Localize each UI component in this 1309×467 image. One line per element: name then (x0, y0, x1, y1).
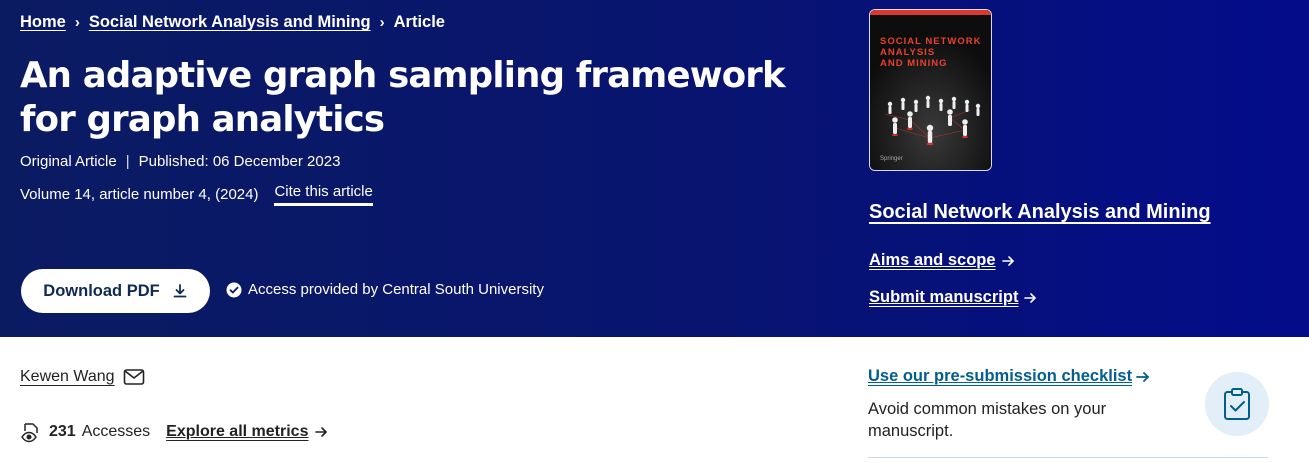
article-type: Original Article (20, 153, 117, 170)
arrow-right-icon (315, 427, 328, 437)
chevron-right-icon: › (379, 14, 385, 31)
sidebar-divider (868, 457, 1268, 458)
cover-title-line: ANALYSIS (880, 47, 936, 58)
author-line: Kewen Wang (20, 368, 145, 386)
aims-and-scope-link[interactable]: Aims and scope (869, 251, 1015, 270)
download-pdf-button[interactable]: Download PDF (21, 269, 210, 313)
accesses-label: Accesses (81, 423, 151, 440)
article-citation-info: Volume 14, article number 4, (2024) Cite… (20, 183, 373, 206)
article-metrics: 231 Accesses Explore all metrics (20, 421, 328, 443)
pre-submission-checklist-link[interactable]: Use our pre-submission checklist (868, 367, 1151, 386)
arrow-right-icon (1024, 292, 1037, 303)
checklist-description: Avoid common mistakes on your manuscript… (868, 400, 1107, 440)
cover-title-line: SOCIAL NETWORK (880, 36, 982, 47)
breadcrumb-journal-link[interactable]: Social Network Analysis and Mining (89, 13, 371, 32)
cover-publisher: Springer (880, 156, 903, 162)
submit-manuscript-link[interactable]: Submit manuscript (869, 288, 1037, 307)
submit-manuscript-label: Submit manuscript (869, 288, 1019, 306)
email-icon[interactable] (123, 368, 145, 386)
published-date: Published: 06 December 2023 (138, 153, 341, 170)
article-header: Home › Social Network Analysis and Minin… (0, 0, 1309, 337)
cover-artwork (870, 10, 991, 170)
check-circle-icon (226, 282, 242, 297)
accesses-count: 231 (49, 423, 76, 440)
arrow-right-icon (1136, 371, 1149, 382)
article-meta: Original Article | Published: 06 Decembe… (20, 153, 340, 170)
journal-name-link[interactable]: Social Network Analysis and Mining (869, 201, 1211, 224)
breadcrumb: Home › Social Network Analysis and Minin… (20, 13, 445, 32)
arrow-right-icon (1001, 255, 1014, 266)
download-icon (173, 284, 187, 298)
breadcrumb-home-link[interactable]: Home (20, 13, 66, 32)
journal-cover-image[interactable]: SOCIAL NETWORK ANALYSIS AND MINING Sprin… (869, 9, 992, 171)
aims-and-scope-label: Aims and scope (869, 251, 996, 269)
breadcrumb-current: Article (393, 13, 445, 31)
meta-divider: | (125, 153, 130, 170)
accesses-icon (21, 423, 38, 443)
checklist-link-label: Use our pre-submission checklist (868, 367, 1133, 385)
cover-title-line: AND MINING (880, 58, 948, 69)
explore-all-metrics-label: Explore all metrics (166, 423, 309, 440)
explore-all-metrics-link[interactable]: Explore all metrics (166, 423, 328, 441)
access-notice: Access provided by Central South Univers… (226, 281, 544, 298)
cover-title: SOCIAL NETWORK ANALYSIS AND MINING (880, 36, 981, 69)
clipboard-check-icon (1205, 372, 1269, 436)
article-title: An adaptive graph sampling framework for… (20, 55, 786, 140)
cite-this-article-link[interactable]: Cite this article (274, 183, 373, 206)
chevron-right-icon: › (74, 14, 80, 31)
author-name-link[interactable]: Kewen Wang (20, 368, 115, 386)
download-pdf-label: Download PDF (43, 281, 160, 300)
access-text: Access provided by Central South Univers… (248, 281, 544, 298)
volume-info: Volume 14, article number 4, (2024) (20, 186, 259, 203)
